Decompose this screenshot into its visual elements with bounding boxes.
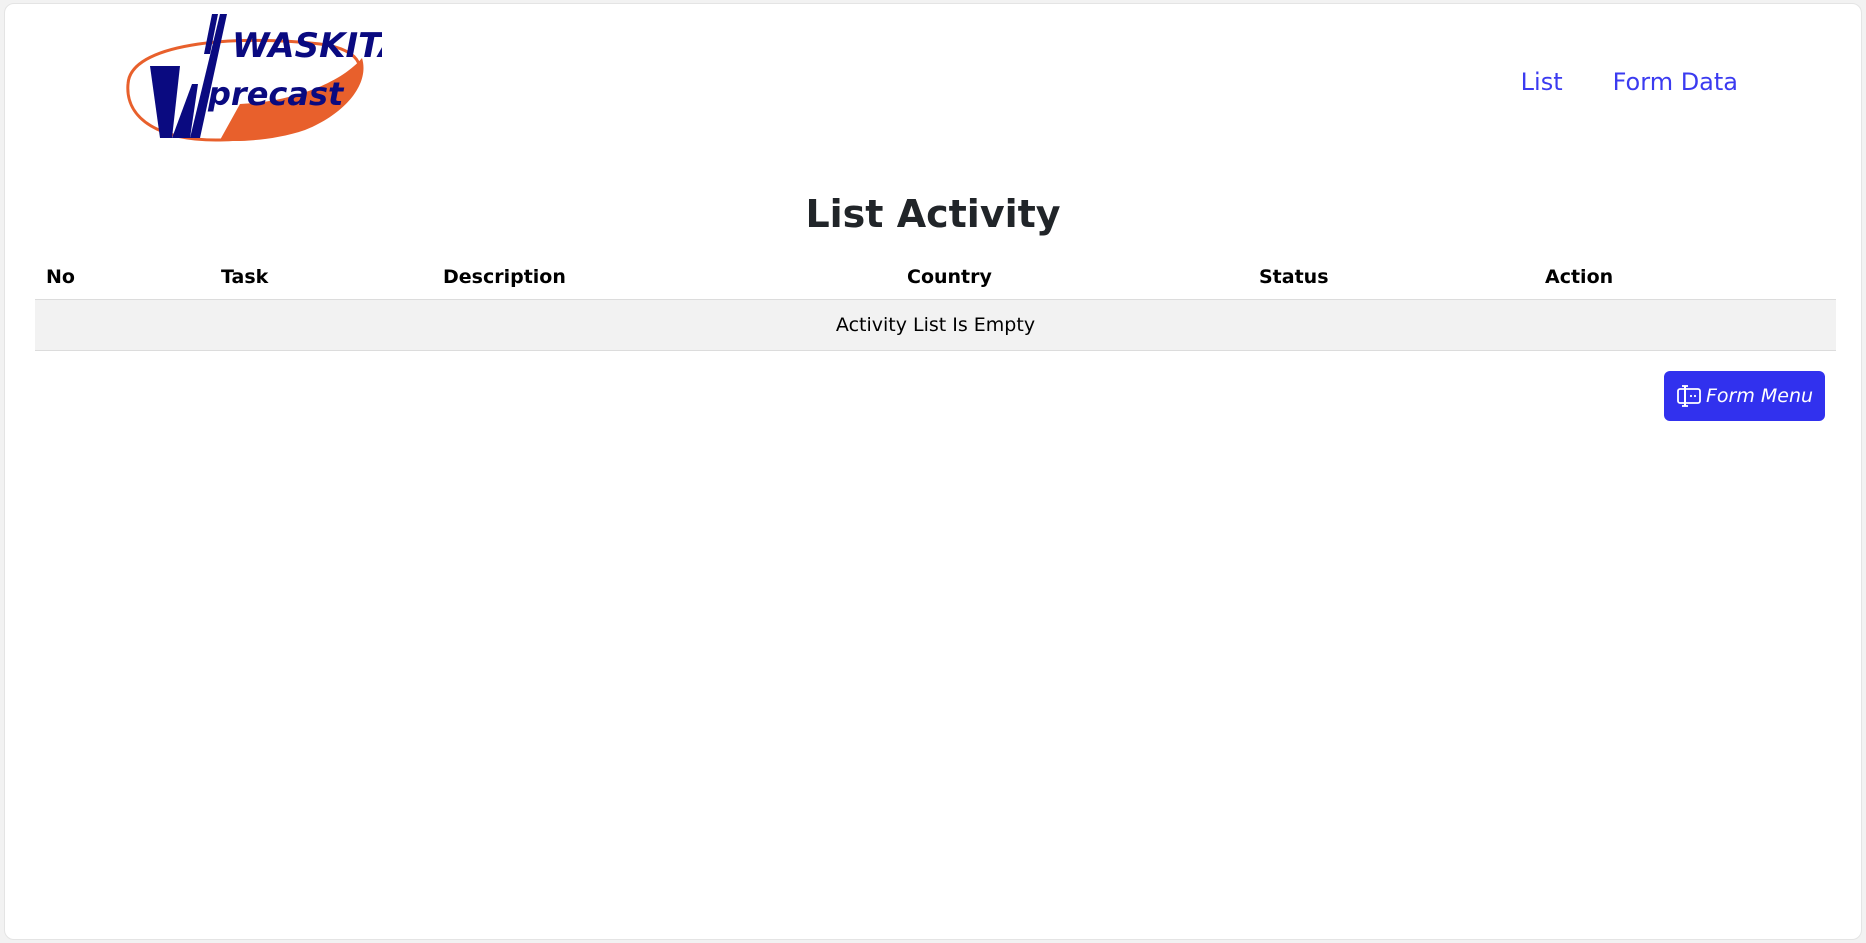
- waskita-precast-logo[interactable]: WASKITA precast: [120, 14, 405, 148]
- logo-text-top: WASKITA: [232, 26, 382, 66]
- activity-table: No Task Description Country Status Actio…: [35, 255, 1836, 351]
- logo-text-bottom: precast: [207, 75, 345, 113]
- logo-graphic: WASKITA precast: [126, 14, 405, 142]
- column-header-description: Description: [432, 255, 896, 300]
- column-header-country: Country: [896, 255, 1248, 300]
- table-header: No Task Description Country Status Actio…: [35, 255, 1836, 300]
- table-body: Activity List Is Empty: [35, 299, 1836, 351]
- table-header-row: No Task Description Country Status Actio…: [35, 255, 1836, 300]
- column-header-no: No: [35, 255, 210, 300]
- column-header-task: Task: [210, 255, 432, 300]
- form-menu-button[interactable]: Form Menu: [1664, 371, 1825, 421]
- nav-link-list[interactable]: List: [1521, 68, 1563, 96]
- form-menu-button-label: Form Menu: [1705, 385, 1814, 407]
- empty-state-message: Activity List Is Empty: [35, 299, 1836, 351]
- table-row: Activity List Is Empty: [35, 299, 1836, 351]
- top-nav: List Form Data: [1521, 68, 1738, 96]
- column-header-status: Status: [1248, 255, 1534, 300]
- form-icon: [1676, 384, 1702, 408]
- nav-link-form-data[interactable]: Form Data: [1613, 68, 1738, 96]
- column-header-action: Action: [1534, 255, 1836, 300]
- page-title: List Activity: [805, 192, 1061, 236]
